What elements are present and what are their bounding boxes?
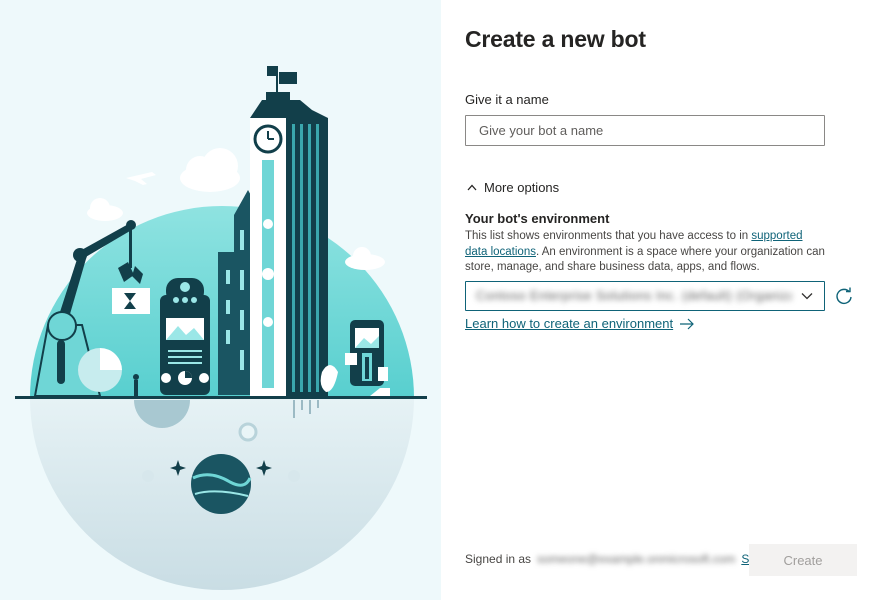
signed-in-label: Signed in as [465,552,532,566]
learn-link-label: Learn how to create an environment [465,316,674,331]
arrow-right-icon [680,318,694,329]
learn-create-environment-link[interactable]: Learn how to create an environment [465,316,695,331]
signed-in-user: someone@example.onmicrosoft.com [537,552,736,566]
name-label: Give it a name [465,92,549,107]
chevron-up-icon [467,184,477,190]
chevron-down-icon [801,293,813,300]
environment-selected-value: Contoso Enterprise Solutions Inc. (defau… [476,289,792,303]
signed-in-footer: Signed in as someone@example.onmicrosoft… [465,552,785,566]
illustration-panel [0,0,441,600]
page-title: Create a new bot [465,26,646,52]
city-illustration [15,66,427,590]
refresh-icon[interactable] [834,286,854,306]
environment-description: This list shows environments that you ha… [465,229,827,276]
more-options-toggle[interactable]: More options [467,180,559,195]
environment-dropdown[interactable]: Contoso Enterprise Solutions Inc. (defau… [465,281,825,311]
create-bot-panel: Create a new bot Give it a name More opt… [441,0,881,600]
create-button[interactable]: Create [749,544,857,576]
environment-heading: Your bot's environment [465,211,610,226]
bot-name-input[interactable] [465,115,825,146]
more-options-label: More options [484,180,560,195]
environment-desc-text-1: This list shows environments that you ha… [465,230,752,242]
